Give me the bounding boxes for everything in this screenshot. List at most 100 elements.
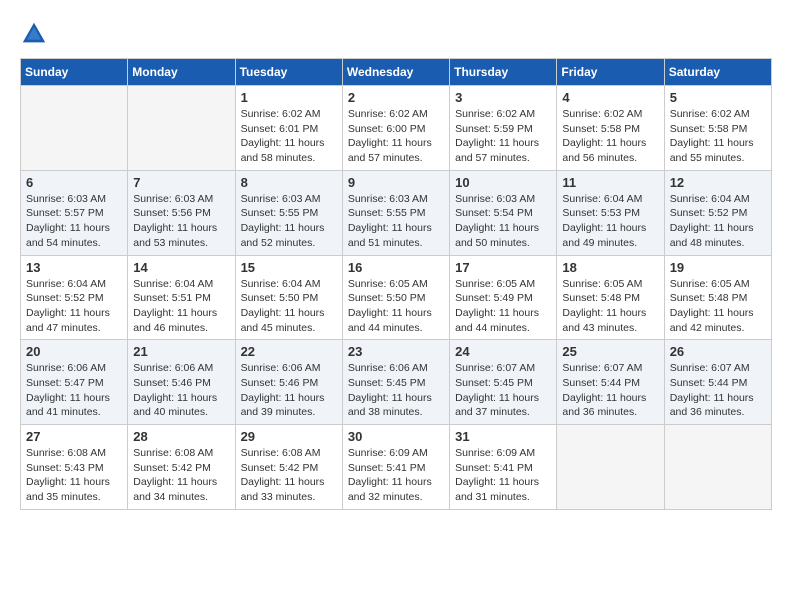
day-number: 26 (670, 344, 766, 359)
day-number: 17 (455, 260, 551, 275)
calendar-cell: 29 Sunrise: 6:08 AMSunset: 5:42 PMDayligh… (235, 425, 342, 510)
day-info: Sunrise: 6:04 AMSunset: 5:52 PMDaylight:… (670, 192, 766, 251)
header-friday: Friday (557, 59, 664, 86)
day-info: Sunrise: 6:08 AMSunset: 5:42 PMDaylight:… (133, 446, 229, 505)
calendar-cell: 12 Sunrise: 6:04 AMSunset: 5:52 PMDayligh… (664, 170, 771, 255)
calendar-week-row: 27 Sunrise: 6:08 AMSunset: 5:43 PMDayligh… (21, 425, 772, 510)
calendar-week-row: 13Sunrise: 6:04 AMSunset: 5:52 PMDayligh… (21, 255, 772, 340)
day-info: Sunrise: 6:02 AMSunset: 5:58 PMDaylight:… (670, 107, 766, 166)
calendar-cell: 23 Sunrise: 6:06 AMSunset: 5:45 PMDayligh… (342, 340, 449, 425)
calendar-cell: 9 Sunrise: 6:03 AMSunset: 5:55 PMDaylight… (342, 170, 449, 255)
day-number: 31 (455, 429, 551, 444)
day-info: Sunrise: 6:05 AMSunset: 5:50 PMDaylight:… (348, 277, 444, 336)
day-info: Sunrise: 6:07 AMSunset: 5:44 PMDaylight:… (670, 361, 766, 420)
calendar-cell: 14 Sunrise: 6:04 AMSunset: 5:51 PMDayligh… (128, 255, 235, 340)
calendar-cell: 20 Sunrise: 6:06 AMSunset: 5:47 PMDayligh… (21, 340, 128, 425)
day-number: 22 (241, 344, 337, 359)
day-number: 27 (26, 429, 122, 444)
day-info: Sunrise: 6:03 AMSunset: 5:54 PMDaylight:… (455, 192, 551, 251)
header-monday: Monday (128, 59, 235, 86)
calendar-week-row: 1 Sunrise: 6:02 AMSunset: 6:01 PMDaylight… (21, 86, 772, 171)
day-info: Sunrise: 6:07 AMSunset: 5:44 PMDaylight:… (562, 361, 658, 420)
day-number: 5 (670, 90, 766, 105)
day-number: 1 (241, 90, 337, 105)
day-info: Sunrise: 6:02 AMSunset: 5:58 PMDaylight:… (562, 107, 658, 166)
calendar-cell: 11 Sunrise: 6:04 AMSunset: 5:53 PMDayligh… (557, 170, 664, 255)
day-number: 13 (26, 260, 122, 275)
calendar-cell: 10 Sunrise: 6:03 AMSunset: 5:54 PMDayligh… (450, 170, 557, 255)
calendar-cell: 19Sunrise: 6:05 AMSunset: 5:48 PMDayligh… (664, 255, 771, 340)
day-info: Sunrise: 6:04 AMSunset: 5:53 PMDaylight:… (562, 192, 658, 251)
day-number: 16 (348, 260, 444, 275)
day-info: Sunrise: 6:03 AMSunset: 5:55 PMDaylight:… (348, 192, 444, 251)
day-number: 15 (241, 260, 337, 275)
day-number: 11 (562, 175, 658, 190)
day-number: 20 (26, 344, 122, 359)
day-number: 30 (348, 429, 444, 444)
day-info: Sunrise: 6:06 AMSunset: 5:46 PMDaylight:… (133, 361, 229, 420)
calendar-cell: 21 Sunrise: 6:06 AMSunset: 5:46 PMDayligh… (128, 340, 235, 425)
calendar-cell: 4 Sunrise: 6:02 AMSunset: 5:58 PMDaylight… (557, 86, 664, 171)
calendar-cell (21, 86, 128, 171)
header-wednesday: Wednesday (342, 59, 449, 86)
day-info: Sunrise: 6:08 AMSunset: 5:42 PMDaylight:… (241, 446, 337, 505)
day-number: 29 (241, 429, 337, 444)
calendar-cell: 5 Sunrise: 6:02 AMSunset: 5:58 PMDaylight… (664, 86, 771, 171)
day-info: Sunrise: 6:05 AMSunset: 5:49 PMDaylight:… (455, 277, 551, 336)
calendar-cell: 13Sunrise: 6:04 AMSunset: 5:52 PMDayligh… (21, 255, 128, 340)
day-number: 9 (348, 175, 444, 190)
calendar-table: SundayMondayTuesdayWednesdayThursdayFrid… (20, 58, 772, 510)
day-info: Sunrise: 6:04 AMSunset: 5:50 PMDaylight:… (241, 277, 337, 336)
calendar-cell (128, 86, 235, 171)
day-number: 23 (348, 344, 444, 359)
calendar-cell: 17 Sunrise: 6:05 AMSunset: 5:49 PMDayligh… (450, 255, 557, 340)
calendar-week-row: 6 Sunrise: 6:03 AMSunset: 5:57 PMDaylight… (21, 170, 772, 255)
day-info: Sunrise: 6:02 AMSunset: 6:01 PMDaylight:… (241, 107, 337, 166)
day-number: 28 (133, 429, 229, 444)
day-number: 18 (562, 260, 658, 275)
header-sunday: Sunday (21, 59, 128, 86)
calendar-cell: 18 Sunrise: 6:05 AMSunset: 5:48 PMDayligh… (557, 255, 664, 340)
day-info: Sunrise: 6:03 AMSunset: 5:56 PMDaylight:… (133, 192, 229, 251)
day-info: Sunrise: 6:03 AMSunset: 5:57 PMDaylight:… (26, 192, 122, 251)
day-info: Sunrise: 6:08 AMSunset: 5:43 PMDaylight:… (26, 446, 122, 505)
calendar-cell: 26 Sunrise: 6:07 AMSunset: 5:44 PMDayligh… (664, 340, 771, 425)
day-info: Sunrise: 6:05 AMSunset: 5:48 PMDaylight:… (562, 277, 658, 336)
day-info: Sunrise: 6:02 AMSunset: 6:00 PMDaylight:… (348, 107, 444, 166)
day-number: 19 (670, 260, 766, 275)
day-number: 6 (26, 175, 122, 190)
day-number: 4 (562, 90, 658, 105)
calendar-cell: 25 Sunrise: 6:07 AMSunset: 5:44 PMDayligh… (557, 340, 664, 425)
calendar-week-row: 20 Sunrise: 6:06 AMSunset: 5:47 PMDayligh… (21, 340, 772, 425)
calendar-cell: 22 Sunrise: 6:06 AMSunset: 5:46 PMDayligh… (235, 340, 342, 425)
calendar-cell (664, 425, 771, 510)
day-info: Sunrise: 6:04 AMSunset: 5:51 PMDaylight:… (133, 277, 229, 336)
day-number: 24 (455, 344, 551, 359)
day-number: 14 (133, 260, 229, 275)
calendar-header-row: SundayMondayTuesdayWednesdayThursdayFrid… (21, 59, 772, 86)
day-info: Sunrise: 6:09 AMSunset: 5:41 PMDaylight:… (348, 446, 444, 505)
day-number: 10 (455, 175, 551, 190)
header-thursday: Thursday (450, 59, 557, 86)
day-number: 3 (455, 90, 551, 105)
calendar-cell: 28 Sunrise: 6:08 AMSunset: 5:42 PMDayligh… (128, 425, 235, 510)
calendar-cell: 15 Sunrise: 6:04 AMSunset: 5:50 PMDayligh… (235, 255, 342, 340)
day-number: 21 (133, 344, 229, 359)
day-info: Sunrise: 6:03 AMSunset: 5:55 PMDaylight:… (241, 192, 337, 251)
calendar-cell (557, 425, 664, 510)
day-info: Sunrise: 6:06 AMSunset: 5:45 PMDaylight:… (348, 361, 444, 420)
day-number: 25 (562, 344, 658, 359)
day-number: 2 (348, 90, 444, 105)
day-info: Sunrise: 6:06 AMSunset: 5:47 PMDaylight:… (26, 361, 122, 420)
logo (20, 20, 52, 48)
calendar-cell: 31Sunrise: 6:09 AMSunset: 5:41 PMDayligh… (450, 425, 557, 510)
day-info: Sunrise: 6:06 AMSunset: 5:46 PMDaylight:… (241, 361, 337, 420)
day-number: 7 (133, 175, 229, 190)
header-saturday: Saturday (664, 59, 771, 86)
calendar-cell: 3 Sunrise: 6:02 AMSunset: 5:59 PMDaylight… (450, 86, 557, 171)
calendar-cell: 8Sunrise: 6:03 AMSunset: 5:55 PMDaylight… (235, 170, 342, 255)
day-number: 12 (670, 175, 766, 190)
day-info: Sunrise: 6:02 AMSunset: 5:59 PMDaylight:… (455, 107, 551, 166)
page-header (20, 20, 772, 48)
calendar-cell: 7 Sunrise: 6:03 AMSunset: 5:56 PMDaylight… (128, 170, 235, 255)
